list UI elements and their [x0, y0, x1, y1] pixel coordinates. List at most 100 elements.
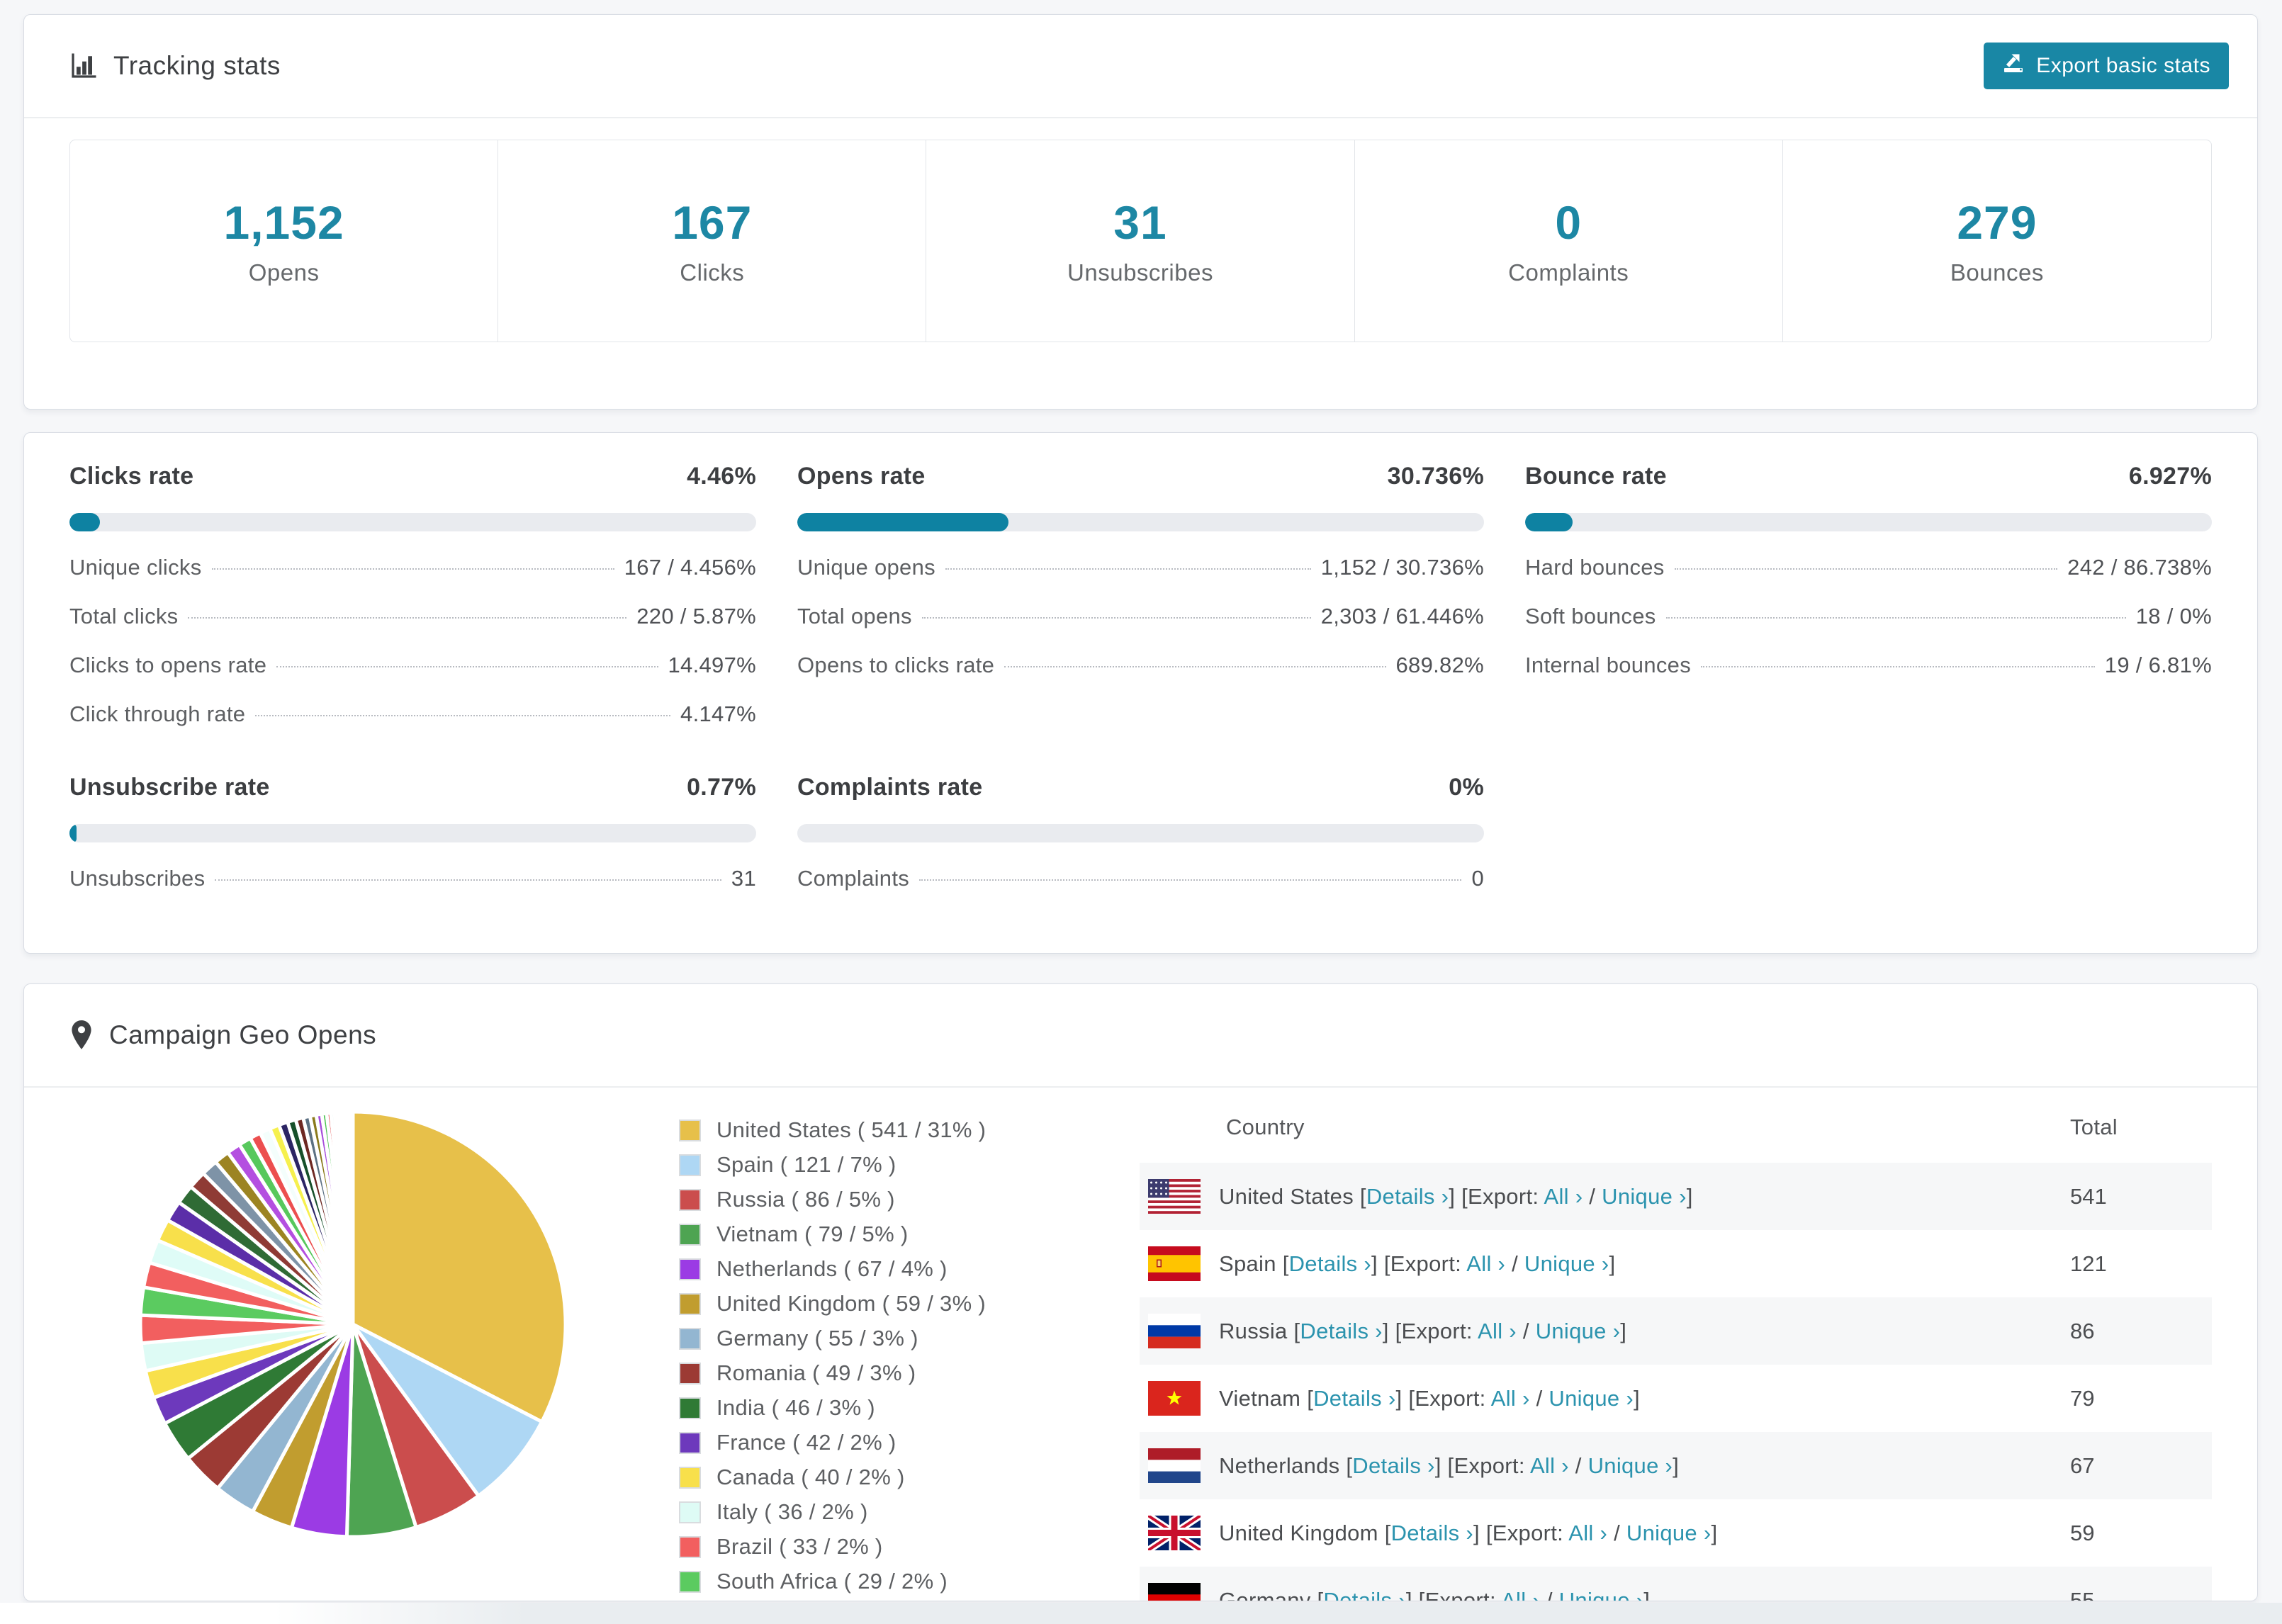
progress-fill [797, 513, 1008, 531]
stat-value: 1,152 [223, 196, 344, 249]
bracket: [ [1359, 1183, 1366, 1209]
legend-label: Vietnam ( 79 / 5% ) [716, 1222, 909, 1246]
export-all-link[interactable]: All › [1478, 1319, 1517, 1343]
country-name: Vietnam [1219, 1385, 1308, 1411]
dotted-leader [188, 617, 627, 619]
rate-head: Clicks rate 4.46% [69, 463, 756, 490]
table-row-us: United States [Details ›] [Export: All ›… [1140, 1163, 2212, 1230]
bracket: ] [1609, 1251, 1616, 1276]
legend-item-netherlands[interactable]: Netherlands ( 67 / 4% ) [679, 1256, 1097, 1282]
export-all-link[interactable]: All › [1466, 1251, 1505, 1276]
export-unique-link[interactable]: Unique › [1548, 1386, 1634, 1411]
rate-detail-value: 0 [1471, 866, 1484, 891]
bracket: [ [1346, 1453, 1353, 1478]
legend-item-germany[interactable]: Germany ( 55 / 3% ) [679, 1326, 1097, 1351]
details-link[interactable]: Details › [1300, 1319, 1382, 1343]
clicks-rate-progress-bar [69, 513, 756, 531]
legend-item-united-states[interactable]: United States ( 541 / 31% ) [679, 1117, 1097, 1143]
unsubscribe-rate-progress-bar [69, 824, 756, 842]
country-name: Germany [1219, 1587, 1317, 1601]
export-all-link[interactable]: All › [1544, 1184, 1583, 1209]
bounce-rate-value: 6.927% [2128, 463, 2212, 490]
clicks-rate-block: Clicks rate 4.46% Unique clicks 167 / 4.456… [69, 463, 756, 727]
rate-detail-label: Opens to clicks rate [797, 653, 995, 677]
details-link[interactable]: Details › [1323, 1588, 1405, 1601]
export-icon [2002, 52, 2025, 80]
total-cell: 79 [2070, 1385, 2095, 1411]
legend-swatch [679, 1292, 701, 1315]
export-unique-link[interactable]: Unique › [1588, 1453, 1673, 1478]
export-all-link[interactable]: All › [1501, 1588, 1540, 1601]
country-cell: Russia [Details ›] [Export: All › / Uniq… [1219, 1319, 2070, 1344]
stat-value: 0 [1555, 196, 1583, 249]
legend-label: India ( 46 / 3% ) [716, 1395, 875, 1420]
export-unique-link[interactable]: Unique › [1602, 1184, 1687, 1209]
bracket: ] [Export: [1382, 1318, 1478, 1343]
export-all-link[interactable]: All › [1568, 1521, 1607, 1545]
export-unique-link[interactable]: Unique › [1626, 1521, 1712, 1545]
export-all-link[interactable]: All › [1530, 1453, 1569, 1478]
legend-item-united-kingdom[interactable]: United Kingdom ( 59 / 3% ) [679, 1291, 1097, 1316]
dotted-leader [1674, 568, 2058, 570]
bracket: ] [1633, 1385, 1640, 1411]
rate-detail-row: Opens to clicks rate 689.82% [797, 653, 1484, 678]
country-cell: Spain [Details ›] [Export: All › / Uniqu… [1219, 1251, 2070, 1277]
legend-label: Canada ( 40 / 2% ) [716, 1465, 905, 1489]
slash: / [1516, 1318, 1536, 1343]
legend-item-vietnam[interactable]: Vietnam ( 79 / 5% ) [679, 1222, 1097, 1247]
table-row-ru: Russia [Details ›] [Export: All › / Uniq… [1140, 1297, 2212, 1365]
legend-label: Italy ( 36 / 2% ) [716, 1499, 868, 1524]
export-unique-link[interactable]: Unique › [1524, 1251, 1609, 1276]
legend-label: Spain ( 121 / 7% ) [716, 1152, 896, 1177]
legend-item-brazil[interactable]: Brazil ( 33 / 2% ) [679, 1534, 1097, 1560]
progress-fill [69, 824, 77, 842]
country-name: Russia [1219, 1318, 1294, 1343]
rate-detail-value: 220 / 5.87% [636, 604, 756, 628]
geo-opens-pie-chart [138, 1110, 568, 1539]
export-basic-stats-button[interactable]: Export basic stats [1984, 43, 2229, 89]
bounce-rate-title: Bounce rate [1525, 463, 1667, 490]
legend-item-canada[interactable]: Canada ( 40 / 2% ) [679, 1465, 1097, 1490]
bracket: ] [1643, 1587, 1651, 1601]
country-name: Netherlands [1219, 1453, 1347, 1478]
bounce-rate-progress-bar [1525, 513, 2212, 531]
details-link[interactable]: Details › [1289, 1251, 1371, 1276]
legend-swatch [679, 1397, 701, 1419]
legend-item-south-africa[interactable]: South Africa ( 29 / 2% ) [679, 1569, 1097, 1594]
tracking-stats-card: Tracking stats Export basic stats 1,152 O… [23, 14, 2258, 410]
dotted-leader [215, 879, 721, 881]
legend-label: United Kingdom ( 59 / 3% ) [716, 1291, 986, 1316]
rate-detail-label: Internal bounces [1525, 653, 1692, 677]
total-cell: 86 [2070, 1318, 2095, 1343]
slash: / [1529, 1385, 1549, 1411]
details-link[interactable]: Details › [1391, 1521, 1473, 1545]
stat-label: Bounces [1950, 259, 2044, 286]
details-link[interactable]: Details › [1366, 1184, 1449, 1209]
legend-item-india[interactable]: India ( 46 / 3% ) [679, 1395, 1097, 1421]
dotted-leader [255, 715, 671, 716]
rate-head: Bounce rate 6.927% [1525, 463, 2212, 490]
details-link[interactable]: Details › [1352, 1453, 1434, 1478]
legend-item-russia[interactable]: Russia ( 86 / 5% ) [679, 1187, 1097, 1212]
country-name: United Kingdom [1219, 1520, 1385, 1545]
export-unique-link[interactable]: Unique › [1559, 1588, 1644, 1601]
legend-item-italy[interactable]: Italy ( 36 / 2% ) [679, 1499, 1097, 1525]
legend-item-france[interactable]: France ( 42 / 2% ) [679, 1430, 1097, 1455]
opens-rate-title: Opens rate [797, 463, 926, 490]
rate-head: Complaints rate 0% [797, 774, 1484, 801]
table-row-de: Germany [Details ›] [Export: All › / Uni… [1140, 1567, 2212, 1601]
export-unique-link[interactable]: Unique › [1536, 1319, 1621, 1343]
geo-content: United States ( 541 / 31% ) Spain ( 121 /… [24, 1088, 2257, 1601]
rate-detail-label: Complaints [797, 866, 910, 891]
legend-item-romania[interactable]: Romania ( 49 / 3% ) [679, 1360, 1097, 1386]
legend-item-spain[interactable]: Spain ( 121 / 7% ) [679, 1152, 1097, 1178]
export-all-link[interactable]: All › [1491, 1386, 1530, 1411]
complaints-rate-progress-bar [797, 824, 1484, 842]
geo-pie-legend: United States ( 541 / 31% ) Spain ( 121 /… [679, 1117, 1097, 1601]
details-link[interactable]: Details › [1313, 1386, 1395, 1411]
rate-detail-label: Clicks to opens rate [69, 653, 267, 677]
rate-detail-value: 18 / 0% [2135, 604, 2212, 628]
bracket: [ [1282, 1251, 1289, 1276]
legend-label: South Africa ( 29 / 2% ) [716, 1569, 948, 1594]
slash: / [1539, 1587, 1559, 1601]
